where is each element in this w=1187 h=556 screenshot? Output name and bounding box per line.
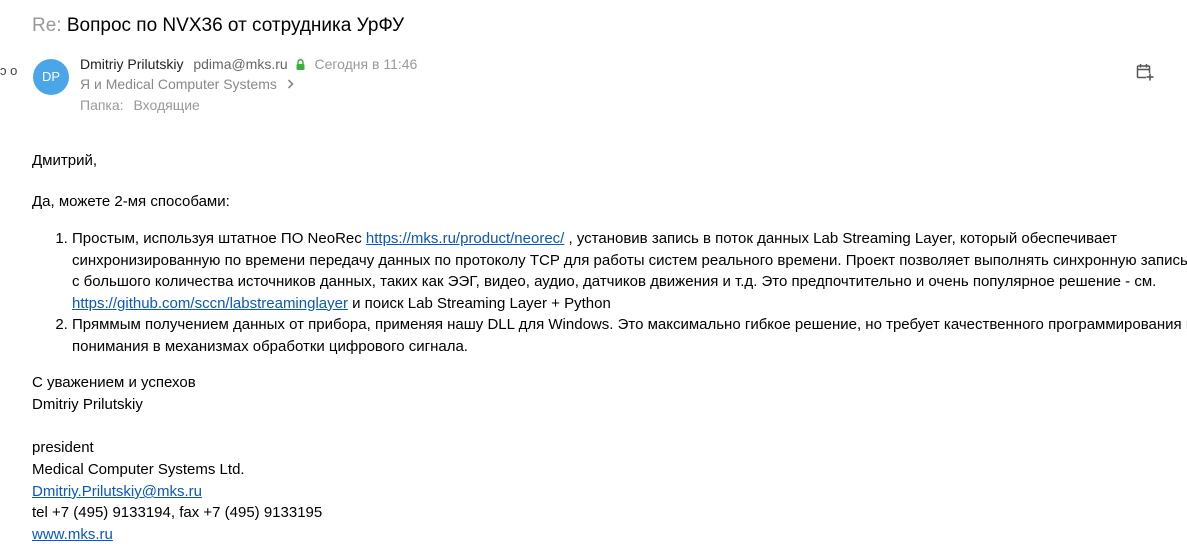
folder-name[interactable]: Входящие — [133, 97, 199, 113]
methods-list: Простым, используя штатное ПО NeoRec htt… — [32, 228, 1187, 357]
lock-icon — [296, 56, 305, 74]
chevron-right-icon[interactable] — [287, 75, 294, 93]
signature-closing: С уважением и успехов — [32, 374, 196, 391]
intro-text: Да, можете 2-мя способами: — [32, 193, 230, 210]
signature-name: Dmitriy Prilutskiy — [32, 396, 143, 413]
recipients-text: Я и Medical Computer Systems — [80, 76, 277, 92]
list-item: Пряммым получением данных от прибора, пр… — [72, 314, 1187, 357]
email-view: Re: Вопрос по NVX36 от сотрудника УрФУ ɔ… — [0, 0, 1187, 556]
email-subject: Re: Вопрос по NVX36 от сотрудника УрФУ — [32, 14, 404, 38]
labstreaminglayer-link[interactable]: https://github.com/sccn/labstreaminglaye… — [72, 295, 348, 312]
sender-email[interactable]: pdima@mks.ru — [193, 56, 287, 72]
recipients-line[interactable]: Я и Medical Computer Systems — [80, 75, 294, 93]
signature-title: president — [32, 439, 94, 456]
list-item: Простым, используя штатное ПО NeoRec htt… — [72, 228, 1187, 314]
signature-website-link[interactable]: www.mks.ru — [32, 524, 113, 546]
folder-label: Папка: — [80, 97, 124, 113]
item1-text-a: Простым, используя штатное ПО NeoRec — [72, 230, 366, 247]
calendar-add-icon[interactable] — [1136, 63, 1154, 81]
signature-company: Medical Computer Systems Ltd. — [32, 461, 245, 478]
sent-date: Сегодня в 11:46 — [314, 56, 418, 72]
sender-line: Dmitriy Prilutskiy pdima@mks.ru Сегодня … — [80, 55, 417, 74]
item1-text-c: и поиск Lab Streaming Layer + Python — [347, 294, 611, 312]
neorec-link[interactable]: https://mks.ru/product/neorec/ — [366, 230, 564, 247]
item2-text: Пряммым получением данных от прибора, пр… — [72, 316, 1187, 355]
signature-email-link[interactable]: Dmitriy.Prilutskiy@mks.ru — [32, 481, 202, 503]
subject-text: Вопрос по NVX36 от сотрудника УрФУ — [66, 15, 405, 36]
greeting: Дмитрий, — [32, 152, 97, 169]
subject-prefix: Re: — [32, 15, 62, 36]
collapsed-panel-fragment[interactable]: ɔ o — [0, 63, 17, 78]
folder-line: Папка: Входящие — [80, 96, 200, 114]
sender-name[interactable]: Dmitriy Prilutskiy — [80, 56, 183, 72]
avatar[interactable]: DP — [33, 59, 69, 95]
signature-phone: tel +7 (495) 9133194, fax +7 (495) 91331… — [32, 504, 323, 521]
